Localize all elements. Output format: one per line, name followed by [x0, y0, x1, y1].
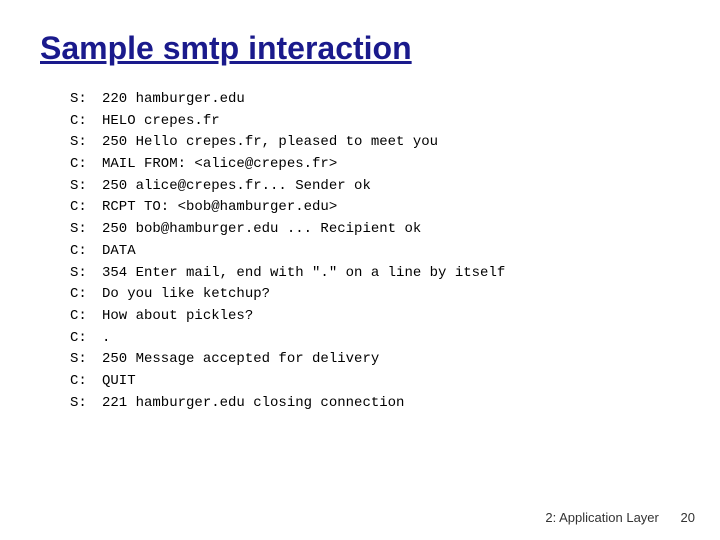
smtp-interaction: S:220 hamburger.eduC:HELO crepes.frS:250…	[70, 89, 680, 414]
smtp-line: S:250 Hello crepes.fr, pleased to meet y…	[70, 132, 680, 154]
smtp-role-label: C:	[70, 328, 98, 350]
smtp-line: C:RCPT TO: <bob@hamburger.edu>	[70, 197, 680, 219]
smtp-line-text: QUIT	[98, 371, 136, 393]
smtp-role-label: C:	[70, 306, 98, 328]
smtp-role-label: S:	[70, 263, 98, 285]
smtp-line: S:250 alice@crepes.fr... Sender ok	[70, 176, 680, 198]
smtp-line: S:221 hamburger.edu closing connection	[70, 393, 680, 415]
smtp-line-text: 250 bob@hamburger.edu ... Recipient ok	[98, 219, 421, 241]
smtp-line-text: 250 alice@crepes.fr... Sender ok	[98, 176, 371, 198]
smtp-role-label: C:	[70, 197, 98, 219]
smtp-role-label: C:	[70, 111, 98, 133]
smtp-role-label: S:	[70, 132, 98, 154]
smtp-line-text: Do you like ketchup?	[98, 284, 270, 306]
smtp-line-text: .	[98, 328, 110, 350]
smtp-line-text: How about pickles?	[98, 306, 253, 328]
smtp-line-text: RCPT TO: <bob@hamburger.edu>	[98, 197, 337, 219]
smtp-role-label: C:	[70, 371, 98, 393]
smtp-line-text: HELO crepes.fr	[98, 111, 220, 133]
smtp-line-text: DATA	[98, 241, 136, 263]
smtp-role-label: S:	[70, 393, 98, 415]
smtp-role-label: S:	[70, 349, 98, 371]
slide-container: Sample smtp interaction S:220 hamburger.…	[0, 0, 720, 540]
smtp-line-text: 221 hamburger.edu closing connection	[98, 393, 404, 415]
smtp-role-label: S:	[70, 89, 98, 111]
smtp-role-label: S:	[70, 176, 98, 198]
smtp-line-text: 220 hamburger.edu	[98, 89, 245, 111]
smtp-line: S:354 Enter mail, end with "." on a line…	[70, 263, 680, 285]
smtp-line: C:Do you like ketchup?	[70, 284, 680, 306]
smtp-line-text: 250 Message accepted for delivery	[98, 349, 379, 371]
smtp-line-text: MAIL FROM: <alice@crepes.fr>	[98, 154, 337, 176]
smtp-line: C:DATA	[70, 241, 680, 263]
smtp-line-text: 354 Enter mail, end with "." on a line b…	[98, 263, 505, 285]
smtp-line: S:220 hamburger.edu	[70, 89, 680, 111]
slide-title: Sample smtp interaction	[40, 30, 680, 67]
smtp-line: C:.	[70, 328, 680, 350]
smtp-line: S:250 Message accepted for delivery	[70, 349, 680, 371]
footer-chapter: 2: Application Layer	[545, 510, 658, 525]
smtp-line: C: How about pickles?	[70, 306, 680, 328]
smtp-line: C:HELO crepes.fr	[70, 111, 680, 133]
smtp-role-label: S:	[70, 219, 98, 241]
smtp-line: S:250 bob@hamburger.edu ... Recipient ok	[70, 219, 680, 241]
smtp-role-label: C:	[70, 241, 98, 263]
smtp-line: C:MAIL FROM: <alice@crepes.fr>	[70, 154, 680, 176]
smtp-line: C:QUIT	[70, 371, 680, 393]
smtp-role-label: C:	[70, 154, 98, 176]
smtp-line-text: 250 Hello crepes.fr, pleased to meet you	[98, 132, 438, 154]
slide-footer: 2: Application Layer 20	[545, 510, 695, 525]
footer-page: 20	[681, 510, 695, 525]
smtp-role-label: C:	[70, 284, 98, 306]
